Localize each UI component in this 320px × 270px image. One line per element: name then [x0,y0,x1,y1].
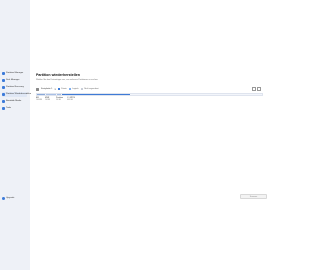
disk-icon [2,79,5,82]
sidebar-item-label: Partition Manager [6,72,24,74]
partition-segment-msr[interactable] [46,94,56,95]
sidebar-item-label: Partition Recovery [6,86,24,88]
partition-size: 50 GB [56,99,61,101]
view-toggle[interactable] [252,87,261,91]
partition-segment-c[interactable] [62,94,130,95]
legend-unallocated: Nicht zugeordnet [80,88,99,90]
disk-header: Festplatte 1 ▾ Primär Logisch Nicht zuge… [36,87,261,91]
legend-swatch [68,88,72,90]
scan-button[interactable]: Scannen [240,194,267,199]
legend-label: Nicht zugeordnet [84,88,99,90]
partition-info-efi: EFI 100 MB [36,97,42,101]
partition-segment-data[interactable] [57,94,61,95]
upgrade-label: Upgrade [6,197,15,199]
partition-info-c: C:\ NTFS 409 GB [67,97,75,101]
chevron-down-icon[interactable]: ▾ [54,88,55,91]
partition-size: 16 MB [45,99,50,101]
sidebar-item-tools[interactable]: Tools [2,106,27,111]
list-view-icon[interactable] [257,87,261,91]
upgrade-icon [2,196,5,200]
sidebar: Partition Manager Disk Manager Partition… [0,0,31,270]
sidebar-item-disk-manager[interactable]: Disk Manager [2,78,27,83]
sidebar-item-partition-manager[interactable]: Partition Manager [2,71,27,76]
restore-icon [2,93,5,96]
sidebar-item-partition-recovery[interactable]: Partition Recovery [2,85,27,90]
page-subtitle: Wählen Sie den Datenträger aus, um verlo… [36,79,99,81]
partition-size: 409 GB [67,99,73,101]
sidebar-item-label: Partition Wiederherstellen [6,93,32,95]
partition-details: EFI 100 MB MSR 16 MB Partition 50 GB C:\… [36,97,263,105]
legend-swatch [57,88,61,90]
partition-segment-efi[interactable] [37,94,45,95]
grid-view-icon[interactable] [252,87,256,91]
legend-label: Logisch [72,88,79,90]
legend-swatch [80,88,84,90]
sidebar-item-partition-wiederherstellen[interactable]: Partition Wiederherstellen [2,92,31,97]
sidebar-item-label: Tools [6,107,12,109]
sidebar-item-bootable-media[interactable]: Bootable Media [2,99,27,104]
legend-label: Primär [61,88,67,90]
legend-primary: Primär [57,88,67,90]
recovery-icon [2,86,5,89]
partition-info-msr: MSR 16 MB [45,97,50,101]
main-panel: Partition wiederherstellen Wählen Sie de… [30,0,270,270]
partition-size: 100 MB [36,99,42,101]
legend-logical: Logisch [68,88,79,90]
partition-icon [2,72,5,75]
media-icon [2,100,5,103]
disk-partition-bar[interactable] [36,93,263,96]
hard-drive-icon [36,87,39,91]
tools-icon [2,107,5,110]
upgrade-link[interactable]: Upgrade [2,196,27,200]
sidebar-item-label: Bootable Media [6,100,22,102]
page-title: Partition wiederherstellen [36,73,80,77]
partition-info-data: Partition 50 GB [56,97,63,101]
sidebar-item-label: Disk Manager [6,79,20,81]
disk-label[interactable]: Festplatte 1 [41,88,52,90]
